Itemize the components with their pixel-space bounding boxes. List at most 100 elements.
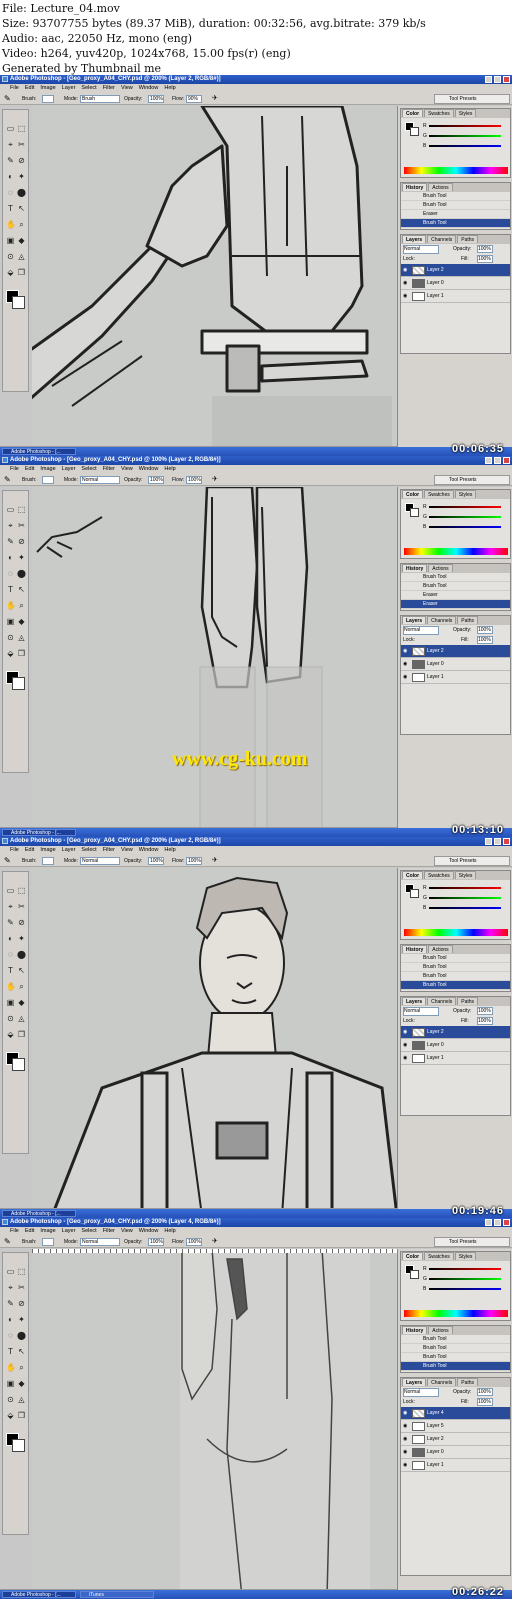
tool-icon-19[interactable]: ⬙ bbox=[6, 268, 15, 277]
tool-icon-16[interactable]: ◆ bbox=[17, 1379, 26, 1388]
history-step[interactable]: Brush Tool bbox=[401, 573, 510, 582]
menu-item-help[interactable]: Help bbox=[164, 466, 175, 472]
menu-item-layer[interactable]: Layer bbox=[62, 847, 76, 853]
menu-item-layer[interactable]: Layer bbox=[62, 1228, 76, 1234]
tab-swatches[interactable]: Swatches bbox=[424, 490, 454, 498]
tool-icon-11[interactable]: T bbox=[6, 585, 15, 594]
tool-icon-17[interactable]: ⊙ bbox=[6, 1395, 15, 1404]
layer-row[interactable]: ◉ Layer 0 bbox=[401, 1446, 510, 1459]
tool-icon-8[interactable]: ✦ bbox=[17, 553, 26, 562]
color-background-chip[interactable] bbox=[410, 889, 419, 898]
tool-icon-12[interactable]: ↖ bbox=[17, 204, 26, 213]
tool-icon-5[interactable]: ✎ bbox=[6, 537, 15, 546]
tool-icon-19[interactable]: ⬙ bbox=[6, 649, 15, 658]
menu-item-view[interactable]: View bbox=[121, 847, 133, 853]
tab-styles[interactable]: Styles bbox=[454, 109, 477, 117]
visibility-eye-icon[interactable]: ◉ bbox=[403, 1055, 409, 1061]
tool-icon-5[interactable]: ✎ bbox=[6, 1299, 15, 1308]
opacity-field[interactable]: 100% bbox=[148, 95, 164, 103]
menu-item-file[interactable]: File bbox=[10, 85, 19, 91]
fill-field[interactable]: 100% bbox=[477, 636, 493, 644]
tab-layers[interactable]: Layers bbox=[402, 616, 427, 624]
tool-icon-19[interactable]: ⬙ bbox=[6, 1030, 15, 1039]
color-ramp[interactable] bbox=[404, 548, 508, 555]
tool-icon-13[interactable]: ✋ bbox=[6, 601, 16, 610]
green-slider[interactable] bbox=[429, 135, 501, 137]
tool-icon-2[interactable]: ⬚ bbox=[17, 1267, 26, 1276]
tool-icon-12[interactable]: ↖ bbox=[17, 1347, 26, 1356]
tool-icon-7[interactable]: ◐ bbox=[6, 172, 15, 181]
fill-field[interactable]: 100% bbox=[477, 255, 493, 263]
menu-item-help[interactable]: Help bbox=[164, 847, 175, 853]
visibility-eye-icon[interactable]: ◉ bbox=[403, 267, 409, 273]
layer-row[interactable]: ◉ Layer 2 bbox=[401, 1026, 510, 1039]
color-background-chip[interactable] bbox=[410, 1270, 419, 1279]
history-step[interactable]: Brush Tool bbox=[401, 963, 510, 972]
layer-row[interactable]: ◉ Layer 0 bbox=[401, 658, 510, 671]
tab-color[interactable]: Color bbox=[402, 109, 424, 117]
tool-icon-5[interactable]: ✎ bbox=[6, 918, 15, 927]
tool-icon-1[interactable]: ▭ bbox=[6, 886, 15, 895]
tool-icon-8[interactable]: ✦ bbox=[17, 934, 26, 943]
tab-actions[interactable]: Actions bbox=[428, 945, 453, 953]
layer-row[interactable]: ◉ Layer 0 bbox=[401, 277, 510, 290]
visibility-eye-icon[interactable]: ◉ bbox=[403, 1042, 409, 1048]
visibility-eye-icon[interactable]: ◉ bbox=[403, 293, 409, 299]
visibility-eye-icon[interactable]: ◉ bbox=[403, 1410, 409, 1416]
fill-field[interactable]: 100% bbox=[477, 1017, 493, 1025]
blue-slider[interactable] bbox=[429, 907, 501, 909]
brush-tool-icon[interactable]: ✎ bbox=[4, 857, 11, 865]
history-step[interactable]: Brush Tool bbox=[401, 981, 510, 990]
tab-history[interactable]: History bbox=[402, 1326, 428, 1334]
layer-row[interactable]: ◉ Layer 0 bbox=[401, 1039, 510, 1052]
menu-item-edit[interactable]: Edit bbox=[25, 847, 34, 853]
menu-item-view[interactable]: View bbox=[121, 85, 133, 91]
mode-select[interactable]: Brush bbox=[80, 95, 120, 103]
tab-styles[interactable]: Styles bbox=[454, 871, 477, 879]
layer-row[interactable]: ◉ Layer 5 bbox=[401, 1420, 510, 1433]
layer-row[interactable]: ◉ Layer 1 bbox=[401, 1052, 510, 1065]
red-slider[interactable] bbox=[429, 506, 501, 508]
brush-size-picker[interactable] bbox=[42, 1238, 54, 1246]
tool-presets-tab[interactable]: Tool Presets bbox=[434, 1237, 510, 1247]
tab-history[interactable]: History bbox=[402, 564, 428, 572]
tool-icon-12[interactable]: ↖ bbox=[17, 585, 26, 594]
mode-select[interactable]: Normal bbox=[80, 1238, 120, 1246]
menu-item-filter[interactable]: Filter bbox=[103, 85, 115, 91]
history-step[interactable]: Eraser bbox=[401, 600, 510, 609]
maximize-icon[interactable] bbox=[494, 838, 501, 845]
history-step[interactable]: Eraser bbox=[401, 210, 510, 219]
tab-swatches[interactable]: Swatches bbox=[424, 1252, 454, 1260]
history-step[interactable]: Brush Tool bbox=[401, 192, 510, 201]
tool-icon-7[interactable]: ◐ bbox=[6, 1315, 15, 1324]
menu-item-view[interactable]: View bbox=[121, 1228, 133, 1234]
menu-item-window[interactable]: Window bbox=[139, 466, 159, 472]
tab-paths[interactable]: Paths bbox=[457, 616, 479, 624]
menu-item-file[interactable]: File bbox=[10, 466, 19, 472]
tool-icon-9[interactable]: ◌ bbox=[6, 569, 15, 578]
visibility-eye-icon[interactable]: ◉ bbox=[403, 280, 409, 286]
tool-icon-9[interactable]: ◌ bbox=[6, 950, 15, 959]
tool-icon-2[interactable]: ⬚ bbox=[17, 886, 26, 895]
tab-history[interactable]: History bbox=[402, 183, 428, 191]
document-canvas[interactable] bbox=[32, 868, 397, 1216]
close-icon[interactable] bbox=[503, 1219, 510, 1226]
tool-icon-5[interactable]: ✎ bbox=[6, 156, 15, 165]
tool-presets-tab[interactable]: Tool Presets bbox=[434, 475, 510, 485]
menu-item-select[interactable]: Select bbox=[81, 1228, 96, 1234]
tab-swatches[interactable]: Swatches bbox=[424, 871, 454, 879]
menu-item-image[interactable]: Image bbox=[40, 466, 55, 472]
flow-field[interactable]: 90% bbox=[186, 95, 202, 103]
tool-icon-18[interactable]: ◬ bbox=[17, 1014, 26, 1023]
visibility-eye-icon[interactable]: ◉ bbox=[403, 1449, 409, 1455]
tool-icon-3[interactable]: ⌖ bbox=[6, 902, 15, 911]
menu-item-layer[interactable]: Layer bbox=[62, 466, 76, 472]
menu-item-select[interactable]: Select bbox=[81, 85, 96, 91]
maximize-icon[interactable] bbox=[494, 1219, 501, 1226]
history-step[interactable]: Brush Tool bbox=[401, 582, 510, 591]
tool-icon-18[interactable]: ◬ bbox=[17, 252, 26, 261]
tool-icon-20[interactable]: ❐ bbox=[17, 1411, 26, 1420]
tool-icon-17[interactable]: ⊙ bbox=[6, 1014, 15, 1023]
tab-history[interactable]: History bbox=[402, 945, 428, 953]
window-title-bar[interactable]: Adobe Photoshop - [Geo_proxy_A04_CHY.psd… bbox=[0, 1218, 512, 1227]
